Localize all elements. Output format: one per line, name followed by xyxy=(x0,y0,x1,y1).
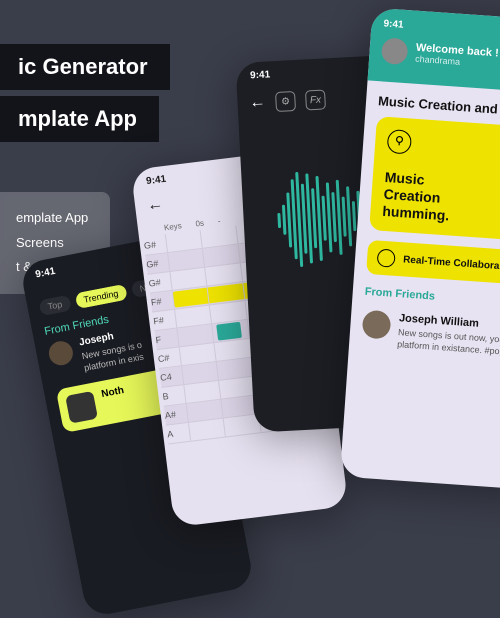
status-time: 9:41 xyxy=(250,69,271,81)
back-icon[interactable]: ← xyxy=(146,195,164,215)
album-art xyxy=(65,391,98,424)
post-text: New songs is out now, you platform in ex… xyxy=(397,327,500,358)
chip-top[interactable]: Top xyxy=(38,295,71,317)
avatar xyxy=(47,339,75,367)
note[interactable] xyxy=(216,322,242,341)
song-title: Noth xyxy=(101,385,129,417)
chip-trending[interactable]: Trending xyxy=(74,284,127,309)
status-time: 9:41 xyxy=(146,174,167,187)
card-label: Real-Time Collabora... xyxy=(403,254,500,272)
fx-button[interactable]: Fx xyxy=(305,89,326,110)
header-keys: Keys xyxy=(163,221,182,232)
header-time: 0s xyxy=(195,219,204,229)
status-time: 9:41 xyxy=(34,266,56,281)
header-marker: - xyxy=(217,216,221,225)
avatar xyxy=(362,310,392,340)
card-title: Music Creation humming. xyxy=(382,169,500,230)
back-icon[interactable]: ← xyxy=(249,94,266,113)
feature-item: Screens xyxy=(16,231,88,256)
feature-card-main[interactable]: ↗ Music Creation humming. xyxy=(369,116,500,242)
collab-icon xyxy=(377,249,396,268)
avatar xyxy=(381,37,409,65)
feed-post[interactable]: Joseph William New songs is out now, you… xyxy=(349,307,500,363)
settings-icon[interactable]: ⚙ xyxy=(275,91,296,112)
status-time: 9:41 xyxy=(383,18,404,30)
head-icon xyxy=(387,129,413,155)
feature-item: emplate App xyxy=(16,206,88,231)
